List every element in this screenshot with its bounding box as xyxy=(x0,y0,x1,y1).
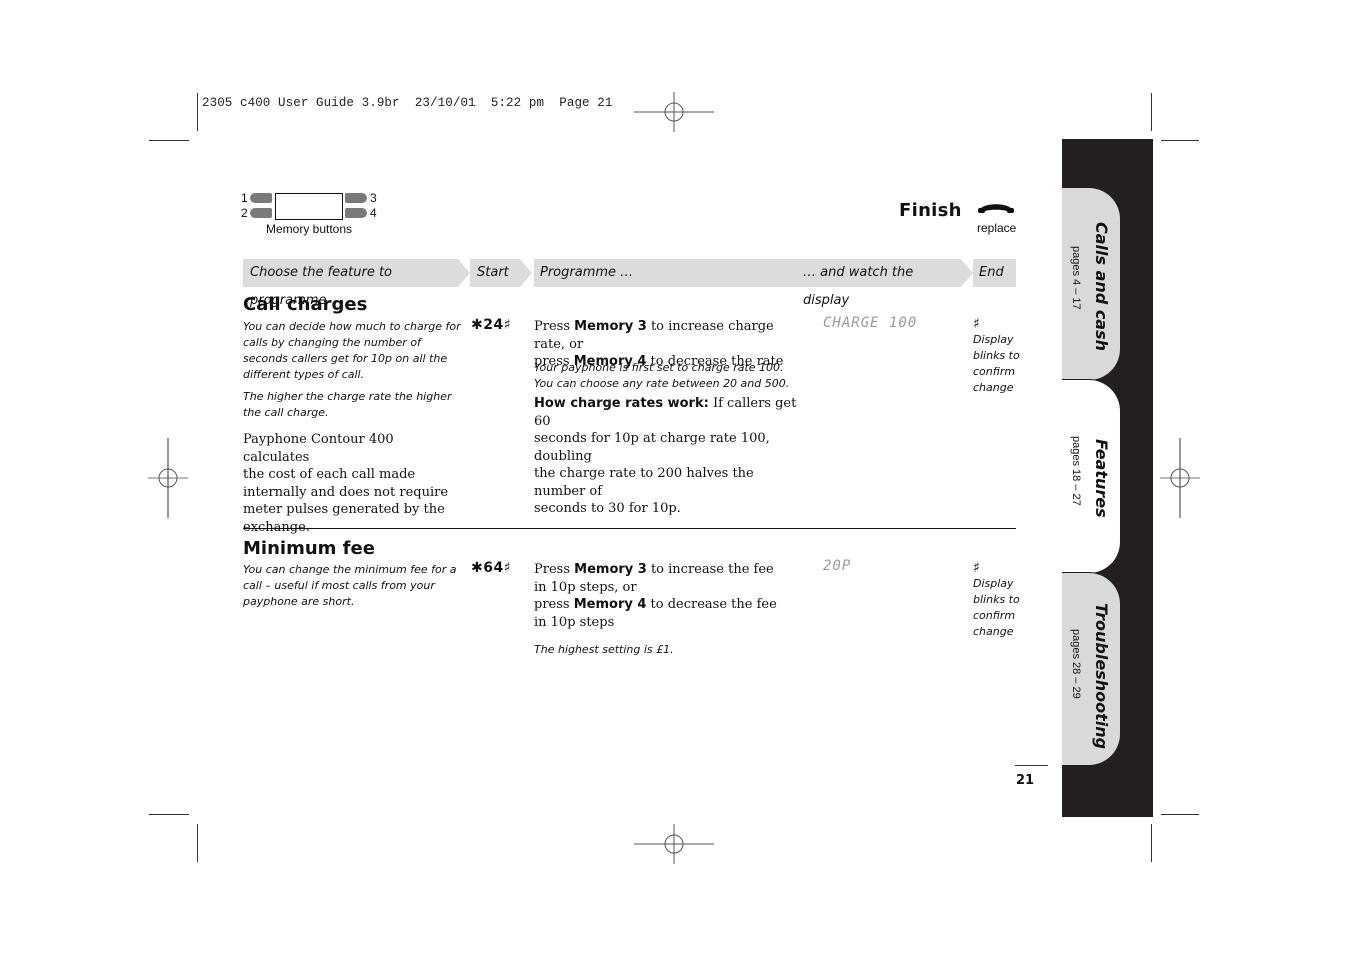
programme-note: Your payphone is first set to charge rat… xyxy=(534,361,790,390)
hash-key-icon: ♯ xyxy=(973,316,980,332)
memory-button-2-icon xyxy=(250,208,272,218)
lcd-display-readout: CHARGE 100 xyxy=(823,315,918,331)
section-body: Payphone Contour 400 calculates the cost… xyxy=(243,432,449,535)
finish-title: Finish xyxy=(899,200,962,221)
section-title: Minimum fee xyxy=(243,538,375,559)
header-arrow-icon xyxy=(458,259,470,287)
section-divider xyxy=(243,528,1016,529)
registration-mark-icon xyxy=(634,92,714,132)
registration-mark-icon xyxy=(634,824,714,864)
memory-button-4-icon xyxy=(345,208,367,218)
printer-slug: 2305 c400 User Guide 3.9br 23/10/01 5:22… xyxy=(202,96,613,110)
how-charge-rates-work: How charge rates work: If callers get 60… xyxy=(534,396,797,516)
tab-features[interactable]: Features pages 18 – 27 xyxy=(1062,379,1121,574)
crop-mark xyxy=(149,814,189,815)
end-column: ♯ Display blinks to confirm change xyxy=(973,316,1033,396)
lcd-display-readout: 20P xyxy=(823,558,852,574)
header-choose-feature: Choose the feature to programme xyxy=(243,259,470,308)
section-title: Call charges xyxy=(243,294,368,315)
hash-key-icon: ♯ xyxy=(973,560,980,576)
page-number-rule xyxy=(1015,765,1048,766)
handset-icon xyxy=(978,204,1014,213)
page-number: 21 xyxy=(1016,773,1035,788)
crop-mark xyxy=(1151,93,1152,131)
section-intro-note: The higher the charge rate the higher th… xyxy=(243,390,452,419)
registration-mark-icon xyxy=(1160,438,1200,518)
phone-display-icon xyxy=(275,193,343,220)
feature-code: ✱24♯ xyxy=(471,317,511,333)
memory-button-1-icon xyxy=(250,193,272,203)
feature-code: ✱64♯ xyxy=(471,560,511,576)
section-intro: You can change the minimum fee for a cal… xyxy=(243,563,457,608)
section-intro: You can decide how much to charge for ca… xyxy=(243,320,461,381)
tab-calls-and-cash[interactable]: Calls and cash pages 4 – 17 xyxy=(1062,187,1121,381)
end-column: ♯ Display blinks to confirm change xyxy=(973,560,1033,640)
header-start: Start xyxy=(470,259,532,287)
tab-troubleshooting[interactable]: Troubleshooting pages 28 – 29 xyxy=(1062,572,1121,766)
programme-note: The highest setting is £1. xyxy=(534,643,674,656)
crop-mark xyxy=(149,140,189,141)
programme-steps: Press Memory 3 to increase the fee in 10… xyxy=(534,562,777,630)
crop-mark xyxy=(197,93,198,131)
memory-number-2: 2 xyxy=(241,206,248,220)
memory-number-1: 1 xyxy=(241,191,248,205)
memory-number-4: 4 xyxy=(370,206,377,220)
crop-mark xyxy=(1161,814,1199,815)
header-programme: Programme … … and watch the display xyxy=(534,259,973,308)
memory-buttons-label: Memory buttons xyxy=(266,222,353,236)
registration-mark-icon xyxy=(148,438,188,518)
crop-mark xyxy=(1161,140,1199,141)
memory-number-3: 3 xyxy=(370,191,377,205)
header-arrow-icon xyxy=(520,259,532,287)
replace-caption: replace xyxy=(977,221,1017,235)
crop-mark xyxy=(1151,824,1152,862)
header-end: End xyxy=(973,259,1016,287)
header-arrow-icon xyxy=(961,259,973,287)
crop-mark xyxy=(197,824,198,862)
memory-button-3-icon xyxy=(345,193,367,203)
